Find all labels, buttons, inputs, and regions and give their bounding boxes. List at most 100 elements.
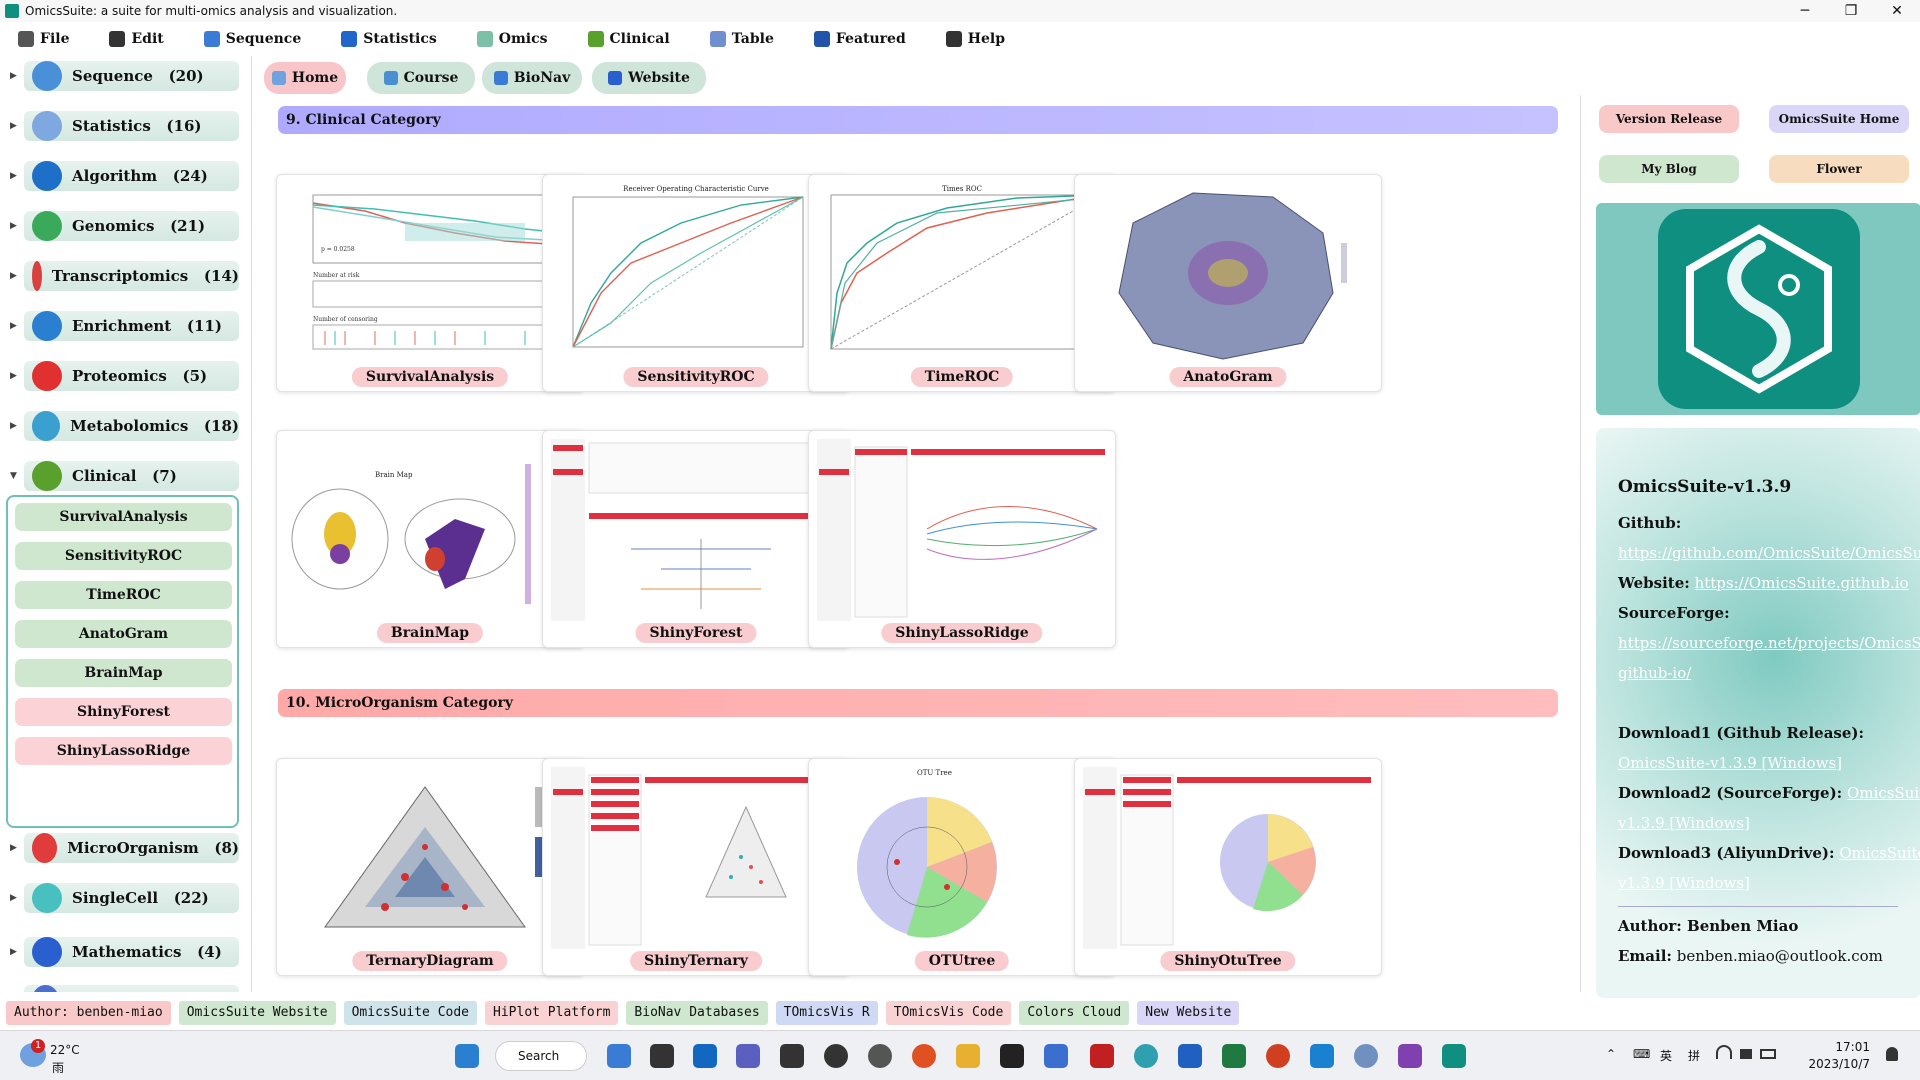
card-shinyotutree[interactable]: ShinyOtuTree: [1074, 758, 1382, 976]
powerpoint-icon[interactable]: [1266, 1044, 1290, 1068]
sidebar-item-transcriptomics[interactable]: ▶ Transcriptomics (14): [10, 258, 245, 294]
ime-mode[interactable]: 拼: [1688, 1047, 1700, 1064]
sidebar-item-genomics[interactable]: ▶ Genomics (21): [10, 208, 245, 244]
collapse-arrow-icon[interactable]: ▶: [10, 71, 24, 81]
footer-link-colors-cloud[interactable]: Colors Cloud: [1019, 1001, 1130, 1025]
maximize-button[interactable]: ❐: [1828, 3, 1874, 19]
clock-date[interactable]: 2023/10/7: [1805, 1057, 1870, 1071]
menu-omics[interactable]: Omics: [476, 31, 548, 47]
tab-home[interactable]: Home: [264, 62, 346, 94]
sidebar-item-algorithm[interactable]: ▶ Algorithm (24): [10, 158, 245, 194]
footer-link-author-benben-miao[interactable]: Author: benben-miao: [6, 1001, 171, 1025]
collapse-arrow-icon[interactable]: ▶: [10, 843, 24, 853]
sourceforge-link[interactable]: https://sourceforge.net/projects/OmicsSu…: [1618, 634, 1920, 652]
flower-button[interactable]: Flower: [1769, 155, 1909, 183]
submenu-item-survivalanalysis[interactable]: SurvivalAnalysis: [15, 503, 232, 531]
submenu-item-anatogram[interactable]: AnatoGram: [15, 620, 232, 648]
download3-link[interactable]: OmicsSuite-: [1839, 844, 1920, 862]
menu-table[interactable]: Table: [709, 31, 774, 47]
tab-bionav[interactable]: BioNav: [482, 62, 582, 94]
r-icon[interactable]: [1354, 1044, 1378, 1068]
collapse-arrow-icon[interactable]: ▶: [10, 947, 24, 957]
bell-icon[interactable]: [1886, 1047, 1898, 1061]
clock-time[interactable]: 17:01: [1820, 1040, 1870, 1054]
card-shinyforest[interactable]: ShinyForest: [542, 430, 850, 648]
sidebar-item-sequence[interactable]: ▶ Sequence (20): [10, 58, 245, 94]
footer-link-new-website[interactable]: New Website: [1137, 1001, 1240, 1025]
mendeley-icon[interactable]: [1090, 1044, 1114, 1068]
footer-link-hiplot-platform[interactable]: HiPlot Platform: [485, 1001, 619, 1025]
store-icon[interactable]: [1044, 1044, 1068, 1068]
menu-sequence[interactable]: Sequence: [203, 31, 301, 47]
sidebar-item-statistics[interactable]: ▶ Statistics (16): [10, 108, 245, 144]
submenu-item-shinyforest[interactable]: ShinyForest: [15, 698, 232, 726]
word-icon[interactable]: [1178, 1044, 1202, 1068]
taskbar-search[interactable]: Search: [495, 1041, 587, 1071]
sourceforge-link-cont[interactable]: github-io/: [1618, 664, 1691, 682]
collapse-arrow-icon[interactable]: ▶: [10, 271, 24, 281]
menu-featured[interactable]: Featured: [813, 31, 906, 47]
footer-link-omicssuite-code[interactable]: OmicsSuite Code: [343, 1001, 478, 1025]
sidebar-item-proteomics[interactable]: ▶ Proteomics (5): [10, 358, 245, 394]
minimize-button[interactable]: ─: [1782, 3, 1828, 19]
card-shinyternary[interactable]: ShinyTernary: [542, 758, 850, 976]
folder-icon[interactable]: [956, 1044, 980, 1068]
settings-icon[interactable]: [868, 1044, 892, 1068]
sidebar-item-tableoperation[interactable]: ▶TableOperation (5): [10, 982, 245, 992]
download1-link[interactable]: OmicsSuite-v1.3.9 [Windows]: [1618, 754, 1842, 772]
collapse-arrow-icon[interactable]: ▶: [10, 321, 24, 331]
wifi-icon[interactable]: [1716, 1045, 1732, 1059]
card-anatogram[interactable]: AnatoGram: [1074, 174, 1382, 392]
edge-icon[interactable]: [1134, 1044, 1158, 1068]
sidebar-item-mathematics[interactable]: ▶ Mathematics (4): [10, 934, 245, 970]
submenu-item-shinylassoridge[interactable]: ShinyLassoRidge: [15, 737, 232, 765]
website-link[interactable]: https://OmicsSuite.github.io: [1695, 574, 1909, 592]
download2-link-cont[interactable]: v1.3.9 [Windows]: [1618, 814, 1750, 832]
collapse-arrow-icon[interactable]: ▶: [10, 371, 24, 381]
card-survivalanalysis[interactable]: p = 0.0258 Number at risk Number of cens…: [276, 174, 584, 392]
outlook-icon[interactable]: [693, 1044, 717, 1068]
menu-clinical[interactable]: Clinical: [587, 31, 670, 47]
card-sensitivityroc[interactable]: Receiver Operating Characteristic Curve …: [542, 174, 850, 392]
close-button[interactable]: ✕: [1874, 3, 1920, 19]
menu-statistics[interactable]: Statistics: [341, 31, 437, 47]
excel-icon[interactable]: [1222, 1044, 1246, 1068]
browser-icon[interactable]: [607, 1044, 631, 1068]
ubuntu-icon[interactable]: [912, 1044, 936, 1068]
sidebar-item-clinical[interactable]: ▼ Clinical (7): [10, 458, 245, 494]
keyboard-icon[interactable]: ⌨: [1633, 1047, 1650, 1061]
terminal-icon[interactable]: [780, 1044, 804, 1068]
vscode-icon[interactable]: [1310, 1044, 1334, 1068]
collapse-arrow-icon[interactable]: ▶: [10, 221, 24, 231]
sticky-notes-icon[interactable]: [1000, 1044, 1024, 1068]
start-icon[interactable]: [455, 1044, 479, 1068]
taskview-icon[interactable]: [650, 1044, 674, 1068]
my-blog-button[interactable]: My Blog: [1599, 155, 1739, 183]
footer-link-tomicsvis-r[interactable]: TOmicsVis R: [775, 1001, 878, 1025]
ime-lang[interactable]: 英: [1660, 1047, 1672, 1064]
submenu-item-sensitivityroc[interactable]: SensitivityROC: [15, 542, 232, 570]
card-timeroc[interactable]: Times ROC TimeROC: [808, 174, 1116, 392]
menu-file[interactable]: File: [18, 31, 69, 47]
sidebar-item-singlecell[interactable]: ▶ SingleCell (22): [10, 880, 245, 916]
card-brainmap[interactable]: Brain Map BrainMap: [276, 430, 584, 648]
visual-studio-icon[interactable]: [1398, 1044, 1422, 1068]
footer-link-tomicsvis-code[interactable]: TOmicsVis Code: [885, 1001, 1012, 1025]
card-ternarydiagram[interactable]: TernaryDiagram: [276, 758, 584, 976]
footer-link-bionav-databases[interactable]: BioNav Databases: [626, 1001, 768, 1025]
sidebar-item-metabolomics[interactable]: ▶ Metabolomics (18): [10, 408, 245, 444]
version-release-button[interactable]: Version Release: [1599, 105, 1739, 133]
sidebar-item-microorganism[interactable]: ▶ MicroOrganism (8): [10, 830, 245, 866]
tab-website[interactable]: Website: [592, 62, 706, 94]
download3-link-cont[interactable]: v1.3.9 [Windows]: [1618, 874, 1750, 892]
menu-edit[interactable]: Edit: [109, 31, 164, 47]
battery-icon[interactable]: [1760, 1049, 1776, 1059]
omicssuite-taskbar-icon[interactable]: [1442, 1044, 1466, 1068]
collapse-arrow-icon[interactable]: ▶: [10, 421, 24, 431]
sidebar-item-enrichment[interactable]: ▶ Enrichment (11): [10, 308, 245, 344]
teams-icon[interactable]: [736, 1044, 760, 1068]
tab-course[interactable]: Course: [367, 62, 475, 94]
collapse-arrow-icon[interactable]: ▶: [10, 121, 24, 131]
download2-link[interactable]: OmicsSuite-: [1847, 784, 1920, 802]
chevron-up-icon[interactable]: ⌃: [1606, 1047, 1616, 1061]
